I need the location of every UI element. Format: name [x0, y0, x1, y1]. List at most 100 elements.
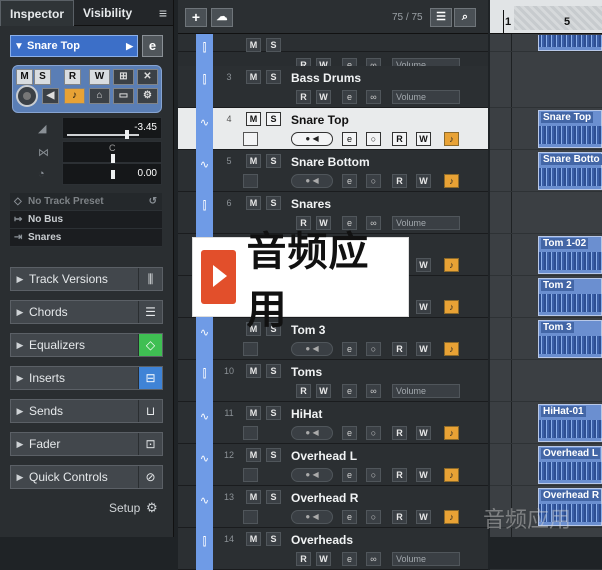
monitor-toggle-icon[interactable]: ● ◀ — [291, 510, 333, 524]
solo-button[interactable]: S — [266, 406, 281, 420]
track-lane[interactable]: Snare Top — [490, 108, 602, 150]
reset-icon[interactable]: ↺ — [149, 196, 157, 207]
section-quick-controls[interactable]: ▶ Quick Controls ⊘ — [10, 465, 163, 489]
write-automation-button[interactable]: W — [416, 132, 431, 146]
track-lane[interactable] — [490, 528, 602, 570]
mute-button[interactable]: M — [246, 196, 261, 210]
track-name[interactable]: Toms — [291, 365, 322, 379]
volume-fader-knob[interactable] — [125, 130, 129, 139]
track-color-strip[interactable] — [196, 486, 213, 528]
solo-button[interactable]: S — [266, 70, 281, 84]
track-row[interactable]: ∿ 5 M S Snare Bottom ● ◀ e ○ R W ♪ — [178, 150, 488, 192]
solo-button[interactable]: S — [266, 154, 281, 168]
edit-icon[interactable]: e — [342, 510, 357, 524]
track-name[interactable]: Bass Drums — [291, 71, 361, 85]
solo-button[interactable]: S — [266, 196, 281, 210]
record-enable-button[interactable] — [243, 426, 258, 440]
bypass-icon[interactable]: ○ — [366, 510, 381, 524]
write-automation-button[interactable]: W — [416, 510, 431, 524]
timebase-note-icon[interactable]: ♪ — [444, 300, 459, 314]
audio-clip[interactable]: Overhead L — [538, 446, 602, 484]
bypass-icon[interactable]: ○ — [366, 342, 381, 356]
mute-button[interactable]: M — [246, 406, 261, 420]
track-name[interactable]: Snare Bottom — [291, 155, 370, 169]
edit-icon[interactable]: e — [342, 468, 357, 482]
section-fader[interactable]: ▶ Fader ⊡ — [10, 432, 163, 456]
section-inserts[interactable]: ▶ Inserts ⊟ — [10, 366, 163, 390]
gear-icon[interactable]: ⚙ — [146, 500, 158, 516]
record-enable-button[interactable] — [243, 132, 258, 146]
track-row[interactable]: ∿ 12 M S Overhead L ● ◀ e ○ R W ♪ — [178, 444, 488, 486]
write-automation-button[interactable]: W — [316, 90, 331, 104]
audio-clip[interactable]: Tom 3 — [538, 320, 602, 358]
track-color-strip[interactable] — [196, 360, 213, 402]
menu-icon[interactable]: ≡ — [159, 5, 167, 21]
section-sends[interactable]: ▶ Sends ⊔ — [10, 399, 163, 423]
mute-button[interactable]: M — [246, 364, 261, 378]
edit-instrument-icon[interactable]: ⊞ — [113, 69, 134, 85]
mute-button[interactable]: M — [246, 490, 261, 504]
volume-fader[interactable]: -3.45 — [62, 117, 162, 139]
audio-clip[interactable]: HiHat-01 — [538, 404, 602, 442]
track-color-strip[interactable] — [196, 66, 213, 108]
track-row[interactable]: ⫿ M S e ∞ R W Volume — [178, 34, 488, 76]
eq-icon[interactable]: ◇ — [138, 334, 162, 356]
section-equalizers[interactable]: ▶ Equalizers ◇ — [10, 333, 163, 357]
edit-icon[interactable]: e — [342, 342, 357, 356]
setup-label[interactable]: Setup — [109, 501, 140, 515]
track-name[interactable]: Snare Top — [291, 113, 349, 127]
cloud-icon[interactable]: ☁ — [211, 8, 233, 27]
read-automation-button[interactable]: R — [392, 342, 407, 356]
record-enable-button[interactable] — [243, 510, 258, 524]
timebase-note-icon[interactable]: ♪ — [444, 132, 459, 146]
track-lane[interactable]: Snare Botto — [490, 150, 602, 192]
timebase-note-icon[interactable]: ♪ — [444, 342, 459, 356]
folder-row[interactable]: ⇥ Snares — [10, 229, 162, 247]
edit-icon[interactable]: e — [342, 174, 357, 188]
edit-icon[interactable]: e — [342, 90, 357, 104]
tab-inspector[interactable]: Inspector — [0, 0, 75, 26]
lock-icon[interactable]: ⌂ — [89, 88, 110, 104]
solo-button[interactable]: S — [266, 38, 281, 52]
track-lane[interactable] — [490, 66, 602, 108]
track-lane[interactable]: HiHat-01 — [490, 402, 602, 444]
solo-button[interactable]: S — [266, 364, 281, 378]
track-color-strip[interactable] — [196, 402, 213, 444]
edit-icon[interactable]: e — [342, 552, 357, 566]
timeline-ruler[interactable]: 1 5 — [490, 0, 602, 34]
quick-controls-icon[interactable]: ⊘ — [138, 466, 162, 488]
pan-knob[interactable] — [111, 154, 115, 163]
solo-button[interactable]: S — [266, 532, 281, 546]
write-automation-button[interactable]: W — [416, 468, 431, 482]
write-automation-button[interactable]: W — [416, 426, 431, 440]
collapse-triangle-icon[interactable]: ▼ — [11, 41, 27, 52]
track-name[interactable]: HiHat — [291, 407, 322, 421]
track-color-strip[interactable] — [196, 318, 213, 360]
versions-icon[interactable]: ⫼ — [138, 268, 162, 290]
read-automation-button[interactable]: R — [392, 174, 407, 188]
solo-button[interactable]: S — [266, 448, 281, 462]
audio-clip[interactable]: Tom 2 — [538, 278, 602, 316]
mute-button[interactable]: M — [246, 70, 261, 84]
timebase-note-icon[interactable]: ♪ — [444, 510, 459, 524]
solo-button[interactable]: S — [266, 112, 281, 126]
write-automation-button[interactable]: W — [416, 174, 431, 188]
track-lane[interactable]: Overhead L — [490, 444, 602, 486]
monitor-toggle-icon[interactable]: ● ◀ — [291, 468, 333, 482]
track-lane[interactable] — [490, 192, 602, 234]
settings-icon[interactable]: ⚙ — [137, 88, 158, 104]
monitor-toggle-icon[interactable]: ● ◀ — [291, 342, 333, 356]
read-automation-button[interactable]: R — [296, 384, 311, 398]
tab-visibility[interactable]: Visibility — [74, 0, 141, 26]
freeze-icon[interactable]: ✕ — [137, 69, 158, 85]
track-color-strip[interactable] — [196, 528, 213, 570]
timebase-note-icon[interactable]: ♪ — [444, 174, 459, 188]
mute-button[interactable]: M — [246, 38, 261, 52]
timebase-note-icon[interactable]: ♪ — [444, 468, 459, 482]
track-name[interactable]: Overhead L — [291, 449, 357, 463]
search-icon[interactable]: ⌕ — [454, 8, 476, 27]
edit-icon[interactable]: e — [342, 426, 357, 440]
track-color-strip[interactable] — [196, 444, 213, 486]
audio-clip[interactable]: Snare Botto — [538, 152, 602, 190]
track-color-strip[interactable] — [196, 108, 213, 150]
